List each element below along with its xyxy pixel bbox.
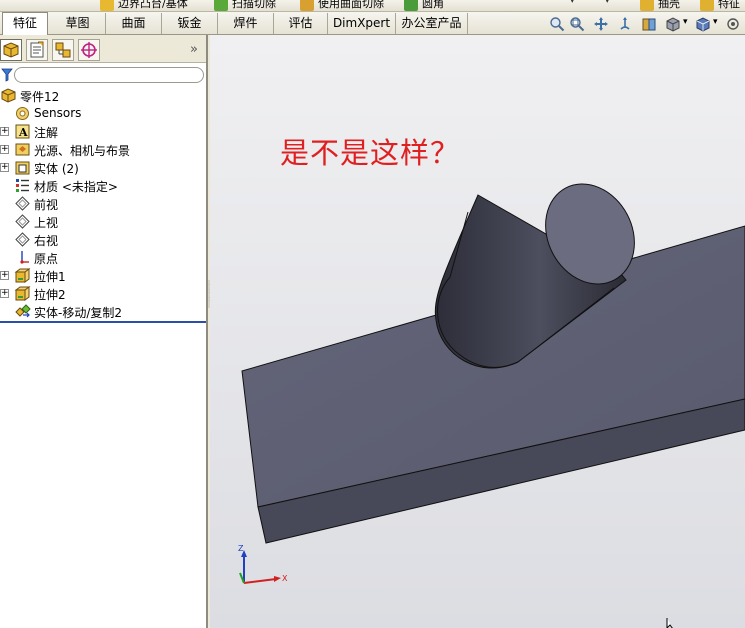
tab-features[interactable]: 特征 xyxy=(2,12,48,36)
tree-item[interactable]: 实体-移动/复制2 xyxy=(0,303,206,321)
extrude-icon xyxy=(14,285,31,302)
fillet-icon xyxy=(404,0,418,11)
display-style-icon[interactable] xyxy=(665,16,681,32)
surface-cut-button[interactable]: 使用曲面切除 xyxy=(300,0,384,11)
svg-text:A: A xyxy=(18,126,28,139)
feature-icon xyxy=(700,0,714,11)
chevron-down-icon[interactable]: ▾ xyxy=(683,17,688,27)
tab-dimxpert[interactable]: DimXpert xyxy=(328,13,396,34)
fillet-button[interactable]: 圆角 xyxy=(404,0,444,11)
plane-icon xyxy=(14,213,31,230)
3d-model[interactable] xyxy=(210,35,745,628)
heads-up-view-toolbar: ▾ ▾ xyxy=(545,12,745,35)
axis-triad: Z X xyxy=(238,544,288,584)
plane-icon xyxy=(14,195,31,212)
tab-evaluate[interactable]: 评估 xyxy=(274,13,328,34)
tree-item[interactable]: 原点 xyxy=(0,249,206,267)
tree-item-label: 材质 <未指定> xyxy=(34,180,118,194)
filter-icon[interactable] xyxy=(1,68,13,82)
command-bar: 边界凸台/基体 扫描切除 使用曲面切除 圆角 ▾ ▾ 抽壳 特征 xyxy=(0,0,745,12)
part-icon xyxy=(0,87,17,104)
pan-icon[interactable] xyxy=(593,16,609,32)
tree-item[interactable]: + 实体 (2) xyxy=(0,159,206,177)
tree-item-label: 零件12 xyxy=(20,90,60,104)
feature-manager-panel: » 零件12 Sensors + A 注解 + 光源、相机与布景 + 实体 (2) 材质 <未指定… xyxy=(0,35,208,628)
lights-cameras-icon xyxy=(14,141,31,158)
plane-icon xyxy=(14,231,31,248)
tree-filter xyxy=(0,66,206,84)
shell-icon xyxy=(640,0,654,11)
panel-tabs: » xyxy=(0,35,206,63)
sensors-icon xyxy=(14,105,31,122)
tree-item-label: Sensors xyxy=(34,106,82,120)
expand-icon[interactable]: + xyxy=(0,289,9,298)
tree-item-label: 光源、相机与布景 xyxy=(34,144,131,158)
origin-icon xyxy=(14,249,31,266)
tree-item[interactable]: + 拉伸1 xyxy=(0,267,206,285)
z-axis-label: Z xyxy=(238,544,244,553)
tree-item-label: 注解 xyxy=(34,126,59,140)
sweep-cut-icon xyxy=(214,0,228,11)
material-icon xyxy=(14,177,31,194)
move-copy-body-icon xyxy=(14,303,31,320)
tree-item-label: 拉伸2 xyxy=(34,288,66,302)
tree-item[interactable]: 零件12 xyxy=(0,87,206,105)
section-view-icon[interactable] xyxy=(641,16,657,32)
mouse-cursor-icon xyxy=(666,618,673,628)
tab-office-products[interactable]: 办公室产品 xyxy=(396,13,468,34)
annotations-icon: A xyxy=(14,123,31,140)
zoom-fit-icon[interactable] xyxy=(549,16,565,32)
tree-item-label: 原点 xyxy=(34,252,59,266)
zoom-area-icon[interactable] xyxy=(569,16,585,32)
surface-cut-icon xyxy=(300,0,314,11)
chevron-down-icon[interactable]: ▾ xyxy=(713,17,718,27)
tree-item-label: 实体-移动/复制2 xyxy=(34,306,123,320)
expand-icon[interactable]: + xyxy=(0,145,9,154)
extrude-icon xyxy=(14,267,31,284)
tree-item[interactable]: 右视 xyxy=(0,231,206,249)
expand-icon[interactable]: + xyxy=(0,271,9,280)
shell-button[interactable]: 抽壳 xyxy=(640,0,680,11)
chevron-down-icon[interactable]: ▾ xyxy=(605,0,610,6)
solid-bodies-icon xyxy=(14,159,31,176)
rotate-icon[interactable] xyxy=(617,16,633,32)
sweep-cut-button[interactable]: 扫描切除 xyxy=(214,0,276,11)
propertymanager-icon[interactable] xyxy=(26,39,48,61)
feature-button[interactable]: 特征 xyxy=(700,0,740,11)
boundary-boss-button[interactable]: 边界凸台/基体 xyxy=(100,0,188,11)
tree-item[interactable]: + A 注解 xyxy=(0,123,206,141)
tree-item-label: 右视 xyxy=(34,234,59,248)
tree-item[interactable]: 上视 xyxy=(0,213,206,231)
rollback-bar[interactable] xyxy=(0,321,206,323)
tree-item-label: 实体 (2) xyxy=(34,162,79,176)
more-icon[interactable] xyxy=(725,16,741,32)
tree-item[interactable]: + 拉伸2 xyxy=(0,285,206,303)
view-orientation-icon[interactable] xyxy=(695,16,711,32)
tree-item[interactable]: Sensors xyxy=(0,105,206,123)
tab-sketch[interactable]: 草图 xyxy=(50,13,106,34)
featuremanager-icon[interactable] xyxy=(0,39,22,61)
dimxpert-manager-icon[interactable] xyxy=(78,39,100,61)
tab-sheet-metal[interactable]: 钣金 xyxy=(162,13,218,34)
filter-input[interactable] xyxy=(14,67,204,83)
tree-item[interactable]: + 光源、相机与布景 xyxy=(0,141,206,159)
tree-item-label: 拉伸1 xyxy=(34,270,66,284)
command-manager-tabs: 特征 草图 曲面 钣金 焊件 评估 DimXpert 办公室产品 ▾ ▾ xyxy=(0,12,745,36)
graphics-area[interactable]: 是不是这样？ Z X xyxy=(210,35,745,628)
tab-surfaces[interactable]: 曲面 xyxy=(106,13,162,34)
expand-icon[interactable]: + xyxy=(0,163,9,172)
configurationmanager-icon[interactable] xyxy=(52,39,74,61)
tab-weldments[interactable]: 焊件 xyxy=(218,13,274,34)
expand-panel-icon[interactable]: » xyxy=(190,42,198,57)
tree-item[interactable]: 前视 xyxy=(0,195,206,213)
x-axis-label: X xyxy=(282,574,288,583)
tree-item[interactable]: 材质 <未指定> xyxy=(0,177,206,195)
chevron-down-icon[interactable]: ▾ xyxy=(570,0,575,6)
expand-icon[interactable]: + xyxy=(0,127,9,136)
boss-icon xyxy=(100,0,114,11)
tree-item-label: 前视 xyxy=(34,198,59,212)
tree-item-label: 上视 xyxy=(34,216,59,230)
